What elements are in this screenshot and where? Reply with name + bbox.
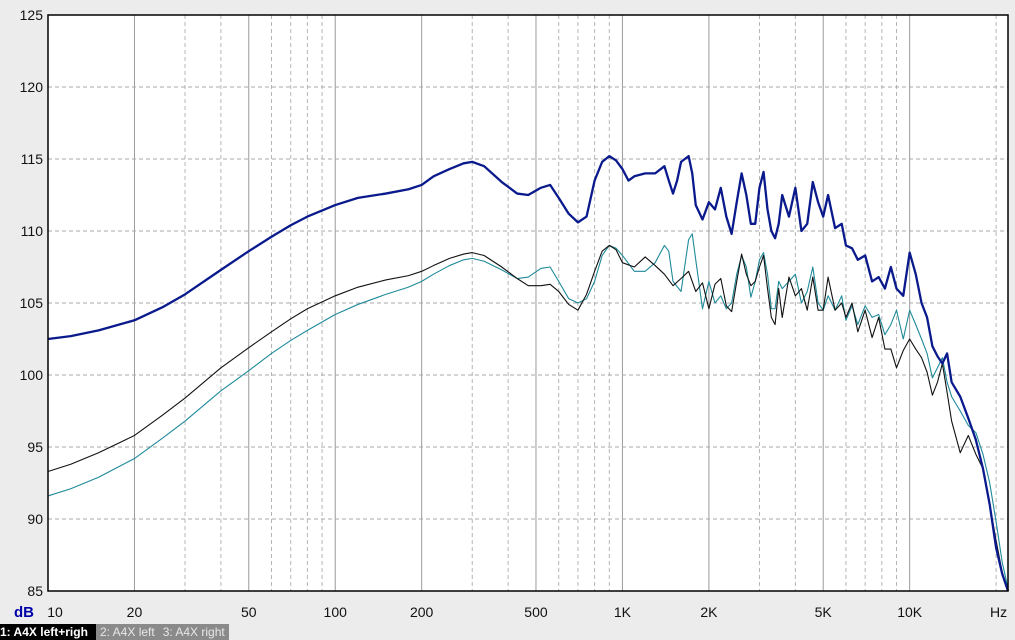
series-legend: 1: A4X left+righ 2: A4X left 3: A4X righ… [0,624,300,640]
x-tick-label: 100 [324,604,348,620]
x-tick-label: 2K [700,604,718,620]
y-tick-label: 105 [20,295,44,311]
legend-item-series-2[interactable]: 2: A4X left [96,624,159,640]
y-tick-label: 110 [21,223,44,239]
x-tick-label: 5K [815,604,833,620]
x-tick-label: 20 [127,604,143,620]
y-tick-label: 85 [27,583,43,599]
legend-item-series-1[interactable]: 1: A4X left+righ [0,624,96,640]
x-tick-label: 50 [241,604,257,620]
x-tick-label: 10 [47,604,63,620]
frequency-response-chart: 125 120 115 110 105 100 95 90 85 10 20 50 100 200 500… [0,0,1015,624]
y-tick-label: 100 [20,367,44,383]
y-tick-label: 125 [20,7,44,23]
y-tick-label: 120 [20,79,44,95]
y-unit-label: dB [14,604,34,621]
x-unit-label: Hz [990,604,1007,620]
y-tick-label: 95 [27,439,43,455]
x-tick-label: 500 [524,604,548,620]
y-tick-label: 115 [21,151,44,167]
x-tick-label: 1K [614,604,632,620]
x-tick-label: 200 [410,604,434,620]
legend-item-series-3[interactable]: 3: A4X right [158,624,229,640]
y-tick-label: 90 [27,511,43,527]
x-tick-label: 10K [897,604,923,620]
